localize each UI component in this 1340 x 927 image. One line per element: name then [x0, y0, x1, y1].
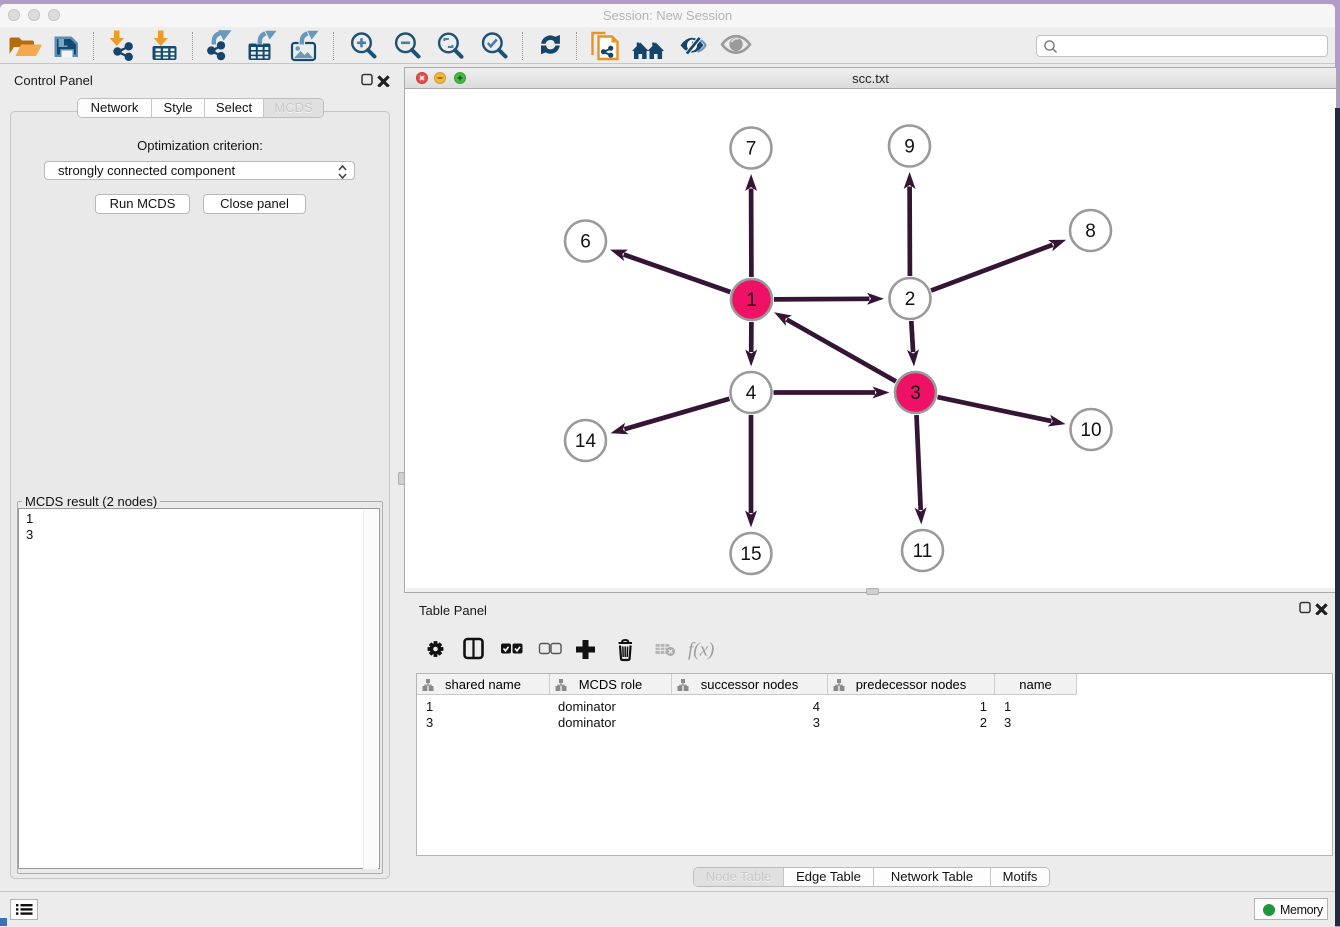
- svg-text:9: 9: [904, 137, 915, 158]
- svg-text:10: 10: [1080, 420, 1101, 441]
- svg-text:4: 4: [746, 383, 757, 404]
- svg-text:f(x): f(x): [688, 640, 714, 661]
- svg-text:15: 15: [740, 544, 761, 565]
- svg-text:1: 1: [746, 290, 757, 311]
- svg-text:14: 14: [575, 431, 597, 452]
- svg-text:7: 7: [746, 139, 757, 160]
- svg-text:8: 8: [1085, 221, 1096, 242]
- svg-text:11: 11: [913, 541, 933, 562]
- svg-text:2: 2: [905, 289, 916, 310]
- svg-text:3: 3: [910, 383, 921, 404]
- svg-text:6: 6: [580, 232, 591, 253]
